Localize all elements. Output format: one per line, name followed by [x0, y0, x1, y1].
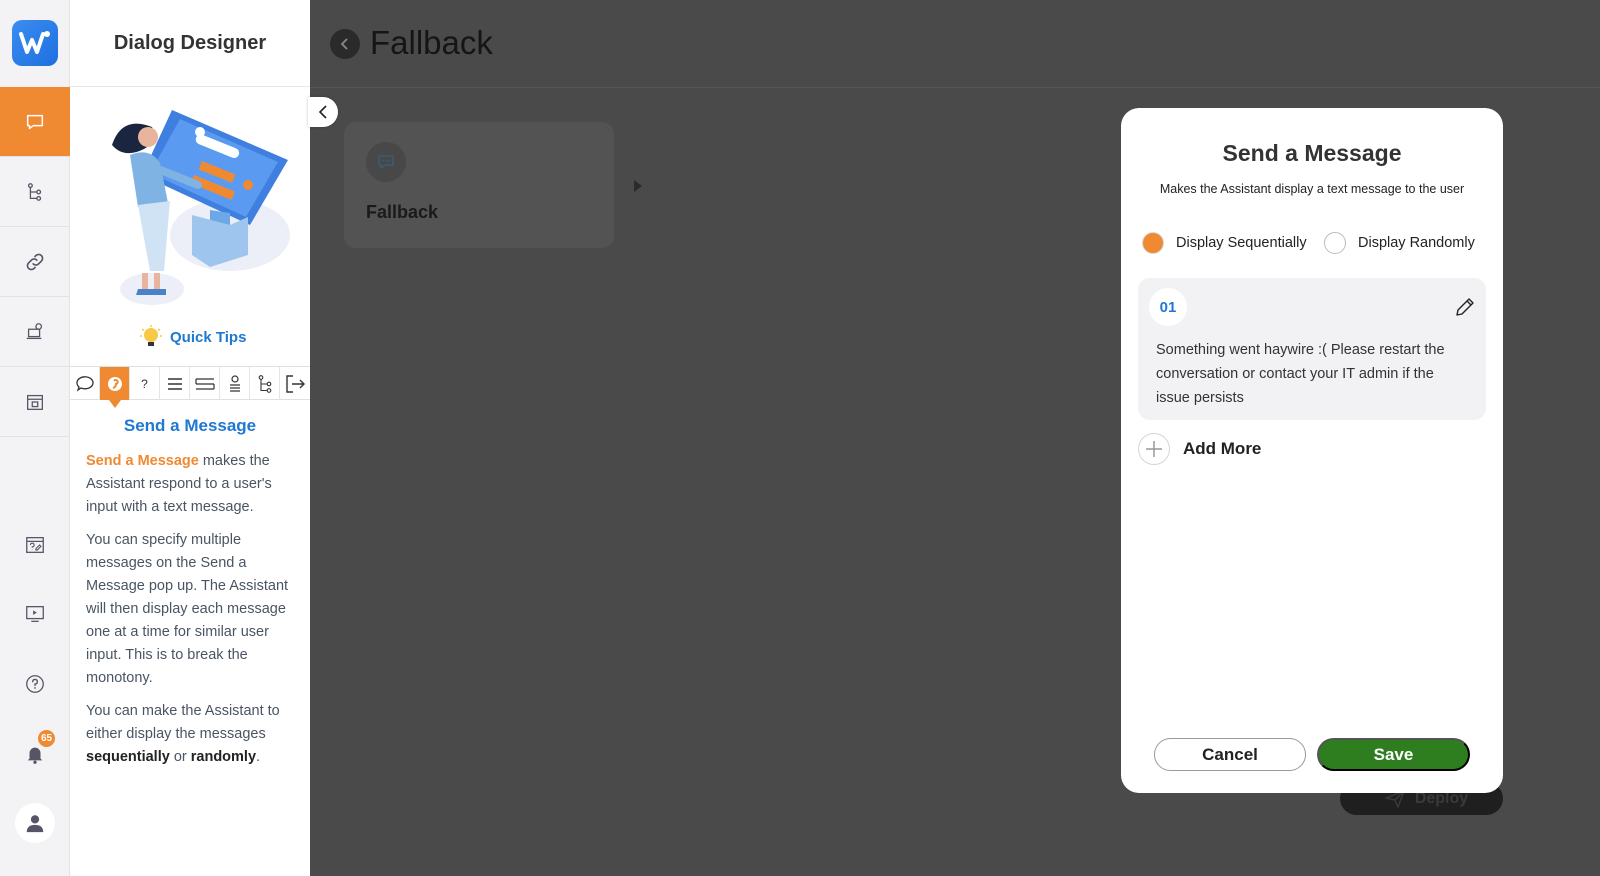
rail-item-preview[interactable] [0, 594, 70, 634]
options-icon [194, 377, 215, 390]
agent-desk-icon [26, 322, 43, 339]
tip-or: or [169, 749, 191, 765]
message-number: 01 [1149, 288, 1187, 326]
designer-illustration [112, 110, 290, 305]
tip-para3-text: You can make the Assistant to either dis… [86, 703, 280, 742]
tip-tab-options[interactable] [190, 367, 220, 400]
tip-tab-list[interactable] [160, 367, 190, 400]
tip-tab-variable[interactable] [220, 367, 250, 400]
radio-display-randomly[interactable]: Display Randomly [1324, 232, 1475, 254]
rail-item-flow[interactable] [0, 157, 70, 227]
canvas-header: Fallback [310, 0, 1600, 88]
tip-sequentially: sequentially [86, 749, 170, 765]
save-button[interactable]: Save [1317, 738, 1470, 771]
cancel-button[interactable]: Cancel [1154, 738, 1306, 771]
message-text: Something went haywire :( Please restart… [1156, 342, 1445, 406]
modal-title: Send a Message [1222, 140, 1402, 166]
tip-heading: Send a Message [123, 416, 257, 435]
lightbulb-icon [140, 325, 162, 346]
list-icon [167, 377, 182, 390]
rail-item-help[interactable] [0, 664, 70, 704]
send-message-icon [366, 142, 406, 182]
tip-tab-exit[interactable] [280, 367, 310, 400]
add-more-label: Add More [1183, 439, 1262, 458]
tip-tabs: ? [70, 366, 310, 408]
modal-subtitle: Makes the Assistant display a text messa… [1159, 182, 1465, 196]
page-title: Fallback [370, 24, 493, 61]
notification-count-badge: 65 [38, 730, 55, 747]
rail-item-dialog[interactable] [0, 87, 70, 157]
link-icon [26, 253, 44, 270]
send-message-icon [107, 376, 122, 391]
tip-para2: You can specify multiple messages on the… [86, 532, 289, 686]
tree-branch-icon [27, 182, 42, 201]
w-logo-icon[interactable] [12, 20, 58, 66]
collapse-panel-button[interactable] [308, 97, 338, 127]
radio-sequential-label: Display Sequentially [1176, 235, 1307, 251]
radio-button[interactable] [1324, 232, 1346, 254]
dialog-node-card[interactable]: Fallback [344, 122, 614, 248]
rail-item-agent[interactable] [0, 297, 70, 367]
rail-item-faq[interactable] [0, 525, 70, 565]
node-connector-arrow [634, 180, 642, 192]
quick-tips-link[interactable]: Quick Tips [140, 325, 246, 349]
flow-icon [258, 374, 271, 393]
question-icon: ? [141, 376, 148, 391]
tip-highlight: Send a Message [86, 453, 199, 469]
rail-item-marketplace[interactable] [0, 367, 70, 437]
send-message-modal: Send a Message Makes the Assistant displ… [1121, 108, 1503, 793]
tip-period: . [256, 749, 261, 765]
radio-display-sequentially[interactable]: Display Sequentially [1142, 232, 1307, 254]
radio-random-label: Display Randomly [1358, 235, 1475, 251]
exit-icon [286, 374, 305, 393]
quick-tips-panel: Dialog Designer Quick Tips ? Send a Mess… [70, 0, 310, 876]
profile-avatar[interactable] [15, 803, 55, 843]
speech-bubble-icon [26, 114, 44, 129]
play-screen-icon [26, 606, 44, 622]
node-label: Fallback [366, 202, 439, 222]
message-card[interactable]: 01 Something went haywire :( Please rest… [1138, 278, 1486, 420]
tip-randomly: randomly [190, 749, 257, 765]
icon-rail: 65 [0, 0, 70, 876]
plus-icon [1138, 433, 1170, 465]
variable-icon [229, 374, 240, 392]
tip-tab-message[interactable] [70, 367, 100, 400]
tip-tab-flow[interactable] [250, 367, 280, 400]
faq-board-icon [26, 537, 44, 553]
rail-item-integrations[interactable] [0, 227, 70, 297]
tip-tab-question[interactable]: ? [130, 367, 160, 400]
chevron-left-icon [340, 38, 348, 50]
tip-body: Send a Message makes the Assistant respo… [86, 450, 296, 779]
back-button[interactable] [330, 29, 360, 59]
radio-button-selected[interactable] [1142, 232, 1164, 254]
quick-tips-label: Quick Tips [170, 328, 247, 346]
add-more-button[interactable]: Add More [1138, 433, 1261, 465]
pencil-icon[interactable] [1454, 296, 1476, 318]
store-icon [27, 394, 43, 410]
chevron-left-icon [318, 105, 327, 119]
tip-tab-send-message[interactable] [100, 367, 130, 408]
section-title: Dialog Designer [70, 0, 310, 87]
help-icon [26, 675, 44, 693]
speech-bubble-icon [75, 375, 94, 392]
user-icon [26, 815, 44, 833]
rail-item-notifications[interactable]: 65 [0, 730, 70, 774]
